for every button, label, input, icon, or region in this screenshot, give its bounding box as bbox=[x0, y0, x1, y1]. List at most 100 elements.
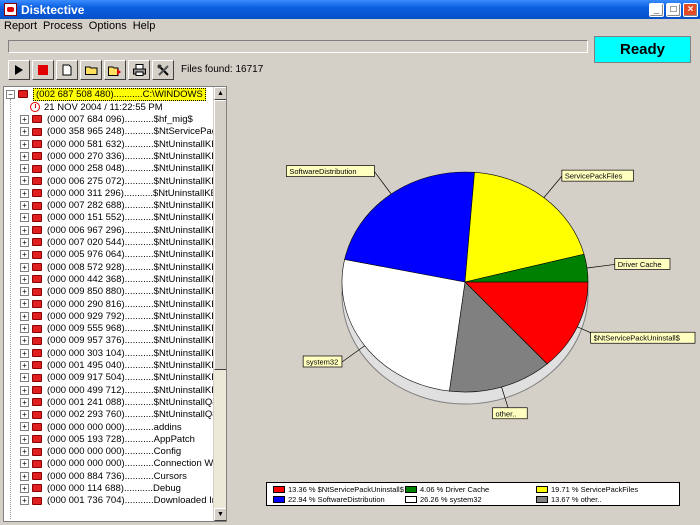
export-button[interactable] bbox=[104, 60, 126, 80]
expand-icon[interactable]: + bbox=[20, 262, 29, 272]
expand-icon[interactable]: + bbox=[20, 114, 29, 124]
expand-icon[interactable]: + bbox=[20, 188, 29, 198]
tree-item[interactable]: + (000 001 241 088)...........$NtUninstal… bbox=[20, 397, 214, 409]
tree-item[interactable]: + (000 000 000 000)...........Connection … bbox=[20, 458, 214, 470]
expand-icon[interactable]: + bbox=[20, 164, 29, 174]
tree-item[interactable]: + (000 000 290 816)...........$NtUninstal… bbox=[20, 299, 214, 311]
tree-item[interactable]: + (000 001 495 040)...........$NtUninstal… bbox=[20, 360, 214, 372]
expand-icon[interactable]: + bbox=[20, 287, 29, 297]
tree-item[interactable]: + (000 000 000 000)...........Config bbox=[20, 446, 181, 458]
open-button[interactable] bbox=[80, 60, 102, 80]
tree-root-label: (002 687 508 480)...........C:\WINDOWS bbox=[33, 88, 206, 101]
new-document-icon bbox=[62, 64, 72, 76]
tree-item[interactable]: + (000 009 555 968)...........$NtUninstal… bbox=[20, 323, 214, 335]
menu-bar: Report Process Options Help bbox=[0, 19, 700, 32]
tree-item-label: (000 000 000 000)...........Config bbox=[47, 446, 182, 458]
expand-icon[interactable]: + bbox=[20, 385, 29, 395]
scroll-down-arrow-icon[interactable]: ▼ bbox=[214, 508, 226, 521]
tree-item[interactable]: + (000 000 884 736)...........Cursors bbox=[20, 471, 187, 483]
tree-scrollbar[interactable]: ▲ ▼ bbox=[213, 87, 226, 521]
tree-item[interactable]: + (000 002 293 760)...........$NtUninstal… bbox=[20, 409, 214, 421]
tree-root-row[interactable]: − (002 687 508 480)...........C:\WINDOWS bbox=[6, 88, 206, 101]
slice-label-text: ServicePackFiles bbox=[565, 172, 623, 181]
folder-icon bbox=[32, 287, 42, 296]
scroll-up-arrow-icon[interactable]: ▲ bbox=[214, 87, 226, 100]
tree-item[interactable]: + (000 000 151 552)...........$NtUninstal… bbox=[20, 212, 214, 224]
expand-icon[interactable]: + bbox=[20, 213, 29, 223]
expand-icon[interactable]: + bbox=[20, 360, 29, 370]
tree-item[interactable]: + (000 000 581 632)...........$NtUninstal… bbox=[20, 139, 214, 151]
tree-item[interactable]: + (000 000 258 048)...........$NtUninstal… bbox=[20, 163, 214, 175]
scroll-thumb[interactable] bbox=[214, 100, 226, 370]
tree-item[interactable]: + (000 009 850 880)...........$NtUninstal… bbox=[20, 286, 214, 298]
maximize-button[interactable]: □ bbox=[666, 2, 681, 17]
expand-icon[interactable]: + bbox=[20, 250, 29, 260]
expand-icon[interactable]: + bbox=[20, 348, 29, 358]
tree-item[interactable]: + (000 005 193 728)...........AppPatch bbox=[20, 434, 195, 446]
tree-item[interactable]: + (000 000 000 000)...........addins bbox=[20, 422, 182, 434]
expand-icon[interactable]: + bbox=[20, 225, 29, 235]
expand-icon[interactable]: + bbox=[20, 299, 29, 309]
close-button[interactable]: × bbox=[683, 2, 698, 17]
tree-item[interactable]: + (000 005 976 064)...........$NtUninstal… bbox=[20, 249, 214, 261]
tree-item-label: (000 001 495 040)...........$NtUninstall… bbox=[47, 360, 214, 371]
tree-item[interactable]: + (000 007 282 688)...........$NtUninstal… bbox=[20, 200, 214, 212]
play-button[interactable] bbox=[8, 60, 30, 80]
legend-label: 19.71 % ServicePackFiles bbox=[551, 485, 639, 494]
tree-item-label: (000 000 290 816)...........$NtUninstall… bbox=[47, 298, 214, 310]
expand-icon[interactable]: + bbox=[20, 139, 29, 149]
tree-item[interactable]: + (000 007 020 544)...........$NtUninstal… bbox=[20, 237, 214, 249]
folder-tree-panel[interactable]: − (002 687 508 480)...........C:\WINDOWS … bbox=[3, 86, 227, 522]
panel-splitter[interactable] bbox=[228, 86, 232, 522]
tree-item[interactable]: + (000 006 275 072)...........$NtUninstal… bbox=[20, 176, 214, 188]
tree-item[interactable]: + (000 000 303 104)...........$NtUninstal… bbox=[20, 348, 214, 360]
expand-icon[interactable]: + bbox=[20, 434, 29, 444]
collapse-icon[interactable]: − bbox=[6, 89, 15, 99]
print-button[interactable] bbox=[128, 60, 150, 80]
menu-report[interactable]: Report bbox=[4, 20, 37, 32]
stop-button[interactable] bbox=[32, 60, 54, 80]
expand-icon[interactable]: + bbox=[20, 176, 29, 186]
expand-icon[interactable]: + bbox=[20, 274, 29, 284]
tree-item[interactable]: + (000 008 572 928)...........$NtUninstal… bbox=[20, 262, 214, 274]
tree-item[interactable]: + (000 000 929 792)...........$NtUninstal… bbox=[20, 311, 214, 323]
expand-icon[interactable]: + bbox=[20, 201, 29, 211]
minimize-button[interactable]: _ bbox=[649, 2, 664, 17]
expand-icon[interactable]: + bbox=[20, 410, 29, 420]
tree-item[interactable]: + (000 000 442 368)...........$NtUninstal… bbox=[20, 274, 214, 286]
menu-options[interactable]: Options bbox=[89, 20, 127, 32]
tree-item[interactable]: + (000 000 270 336)...........$NtUninstal… bbox=[20, 151, 214, 163]
expand-icon[interactable]: + bbox=[20, 422, 29, 432]
expand-icon[interactable]: + bbox=[20, 336, 29, 346]
slice-label-text: other.. bbox=[496, 409, 517, 418]
menu-help[interactable]: Help bbox=[133, 20, 156, 32]
clock-icon bbox=[30, 102, 40, 113]
new-report-button[interactable] bbox=[56, 60, 78, 80]
folder-tree[interactable]: − (002 687 508 480)...........C:\WINDOWS … bbox=[4, 87, 214, 521]
expand-icon[interactable]: + bbox=[20, 496, 29, 506]
tree-item[interactable]: + (000 000 311 296)...........$NtUninstal… bbox=[20, 188, 214, 200]
tree-item[interactable]: + (000 009 917 504)...........$NtUninstal… bbox=[20, 372, 214, 384]
tree-item[interactable]: + (000 000 499 712)...........$NtUninstal… bbox=[20, 385, 214, 397]
tree-item[interactable]: + (000 001 736 704)...........Downloaded … bbox=[20, 495, 214, 507]
expand-icon[interactable]: + bbox=[20, 311, 29, 321]
expand-icon[interactable]: + bbox=[20, 471, 29, 481]
expand-icon[interactable]: + bbox=[20, 151, 29, 161]
expand-icon[interactable]: + bbox=[20, 127, 29, 137]
expand-icon[interactable]: + bbox=[20, 483, 29, 493]
expand-icon[interactable]: + bbox=[20, 447, 29, 457]
tree-item[interactable]: + (000 006 967 296)...........$NtUninstal… bbox=[20, 225, 214, 237]
expand-icon[interactable]: + bbox=[20, 324, 29, 334]
expand-icon[interactable]: + bbox=[20, 373, 29, 383]
expand-icon[interactable]: + bbox=[20, 397, 29, 407]
tools-button[interactable] bbox=[152, 60, 174, 80]
menu-process[interactable]: Process bbox=[43, 20, 83, 32]
tree-item[interactable]: + (000 007 684 096)...........$hf_mig$ bbox=[20, 114, 193, 126]
tree-item[interactable]: + (000 000 114 688)...........Debug bbox=[20, 483, 181, 495]
tree-item-label: (000 000 303 104)...........$NtUninstall… bbox=[47, 347, 214, 359]
stop-icon bbox=[38, 65, 48, 75]
tree-item[interactable]: + (000 009 957 376)...........$NtUninstal… bbox=[20, 335, 214, 347]
tree-item[interactable]: + (000 358 965 248)...........$NtServiceP… bbox=[20, 126, 214, 138]
expand-icon[interactable]: + bbox=[20, 237, 29, 247]
expand-icon[interactable]: + bbox=[20, 459, 29, 469]
